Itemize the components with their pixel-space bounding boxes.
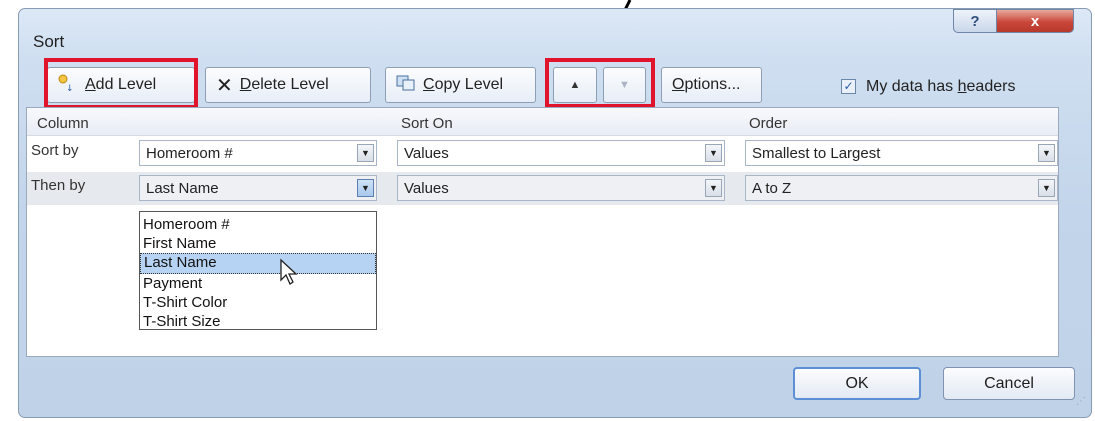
dropdown-option-selected[interactable]: Last Name [140, 253, 376, 274]
row-label: Then by [31, 177, 86, 194]
copy-level-button[interactable]: Copy Level [385, 67, 536, 103]
cancel-label: Cancel [984, 374, 1034, 392]
check-icon: ✓ [843, 79, 854, 93]
dropdown-option[interactable]: First Name [140, 234, 376, 253]
copy-icon [396, 75, 416, 96]
sort-on-select[interactable]: Values ▼ [397, 175, 725, 201]
column-dropdown-list: Homeroom # First Name Last Name Payment … [139, 211, 377, 330]
column-value: Homeroom # [146, 145, 233, 162]
copy-level-label: Copy Level [423, 76, 504, 93]
mouse-pointer-icon [280, 258, 298, 285]
header-sort-on: Sort On [401, 115, 453, 132]
row-label: Sort by [31, 142, 79, 159]
ok-button[interactable]: OK [793, 367, 921, 400]
order-select[interactable]: A to Z ▼ [745, 175, 1058, 201]
order-select[interactable]: Smallest to Largest ▼ [745, 140, 1058, 166]
move-buttons-highlight [545, 58, 655, 108]
delete-level-button[interactable]: ✕ Delete Level [205, 67, 371, 103]
delete-x-icon: ✕ [216, 74, 233, 97]
dialog-title: Sort [33, 32, 65, 51]
close-button[interactable]: x [996, 9, 1074, 33]
delete-level-label: Delete Level [239, 76, 329, 93]
my-data-has-headers-checkbox[interactable]: ✓ [841, 79, 856, 94]
dropdown-option[interactable]: Payment [140, 274, 376, 293]
chevron-down-icon[interactable]: ▼ [705, 144, 722, 162]
resize-grip-icon[interactable]: ⋰ [1076, 396, 1086, 407]
sort-on-value: Values [404, 145, 449, 162]
add-level-highlight [44, 58, 198, 109]
chevron-down-icon[interactable]: ▼ [357, 179, 374, 197]
chevron-down-icon[interactable]: ▼ [1038, 179, 1055, 197]
order-value: Smallest to Largest [752, 145, 881, 162]
cancel-button[interactable]: Cancel [943, 367, 1075, 400]
chevron-down-icon[interactable]: ▼ [357, 144, 374, 162]
dropdown-option[interactable]: Homeroom # [140, 215, 376, 234]
help-button[interactable]: ? [953, 9, 997, 33]
close-icon: x [1030, 12, 1040, 30]
options-label: Options... [672, 76, 741, 93]
column-value: Last Name [146, 180, 219, 197]
grid-header: Column Sort On Order [27, 108, 1058, 136]
column-select[interactable]: Last Name ▼ [139, 175, 377, 201]
header-column: Column [37, 115, 89, 132]
column-select[interactable]: Homeroom # ▼ [139, 140, 377, 166]
order-value: A to Z [752, 180, 792, 197]
chevron-down-icon[interactable]: ▼ [1038, 144, 1055, 162]
help-icon: ? [970, 12, 980, 30]
dropdown-option[interactable]: T-Shirt Color [140, 293, 376, 312]
options-button[interactable]: Options... [661, 67, 762, 103]
ok-label: OK [845, 374, 869, 392]
header-order: Order [749, 115, 788, 132]
sort-level-row[interactable]: Sort by Homeroom # ▼ Values ▼ Smallest t… [27, 137, 1058, 170]
chevron-down-icon[interactable]: ▼ [705, 179, 722, 197]
my-data-has-headers-label[interactable]: My data has headers [866, 78, 1015, 96]
sort-on-value: Values [404, 180, 449, 197]
sort-on-select[interactable]: Values ▼ [397, 140, 725, 166]
sort-level-row[interactable]: Then by Last Name ▼ Values ▼ A to Z ▼ [27, 172, 1058, 205]
dropdown-option[interactable]: T-Shirt Size [140, 312, 376, 331]
